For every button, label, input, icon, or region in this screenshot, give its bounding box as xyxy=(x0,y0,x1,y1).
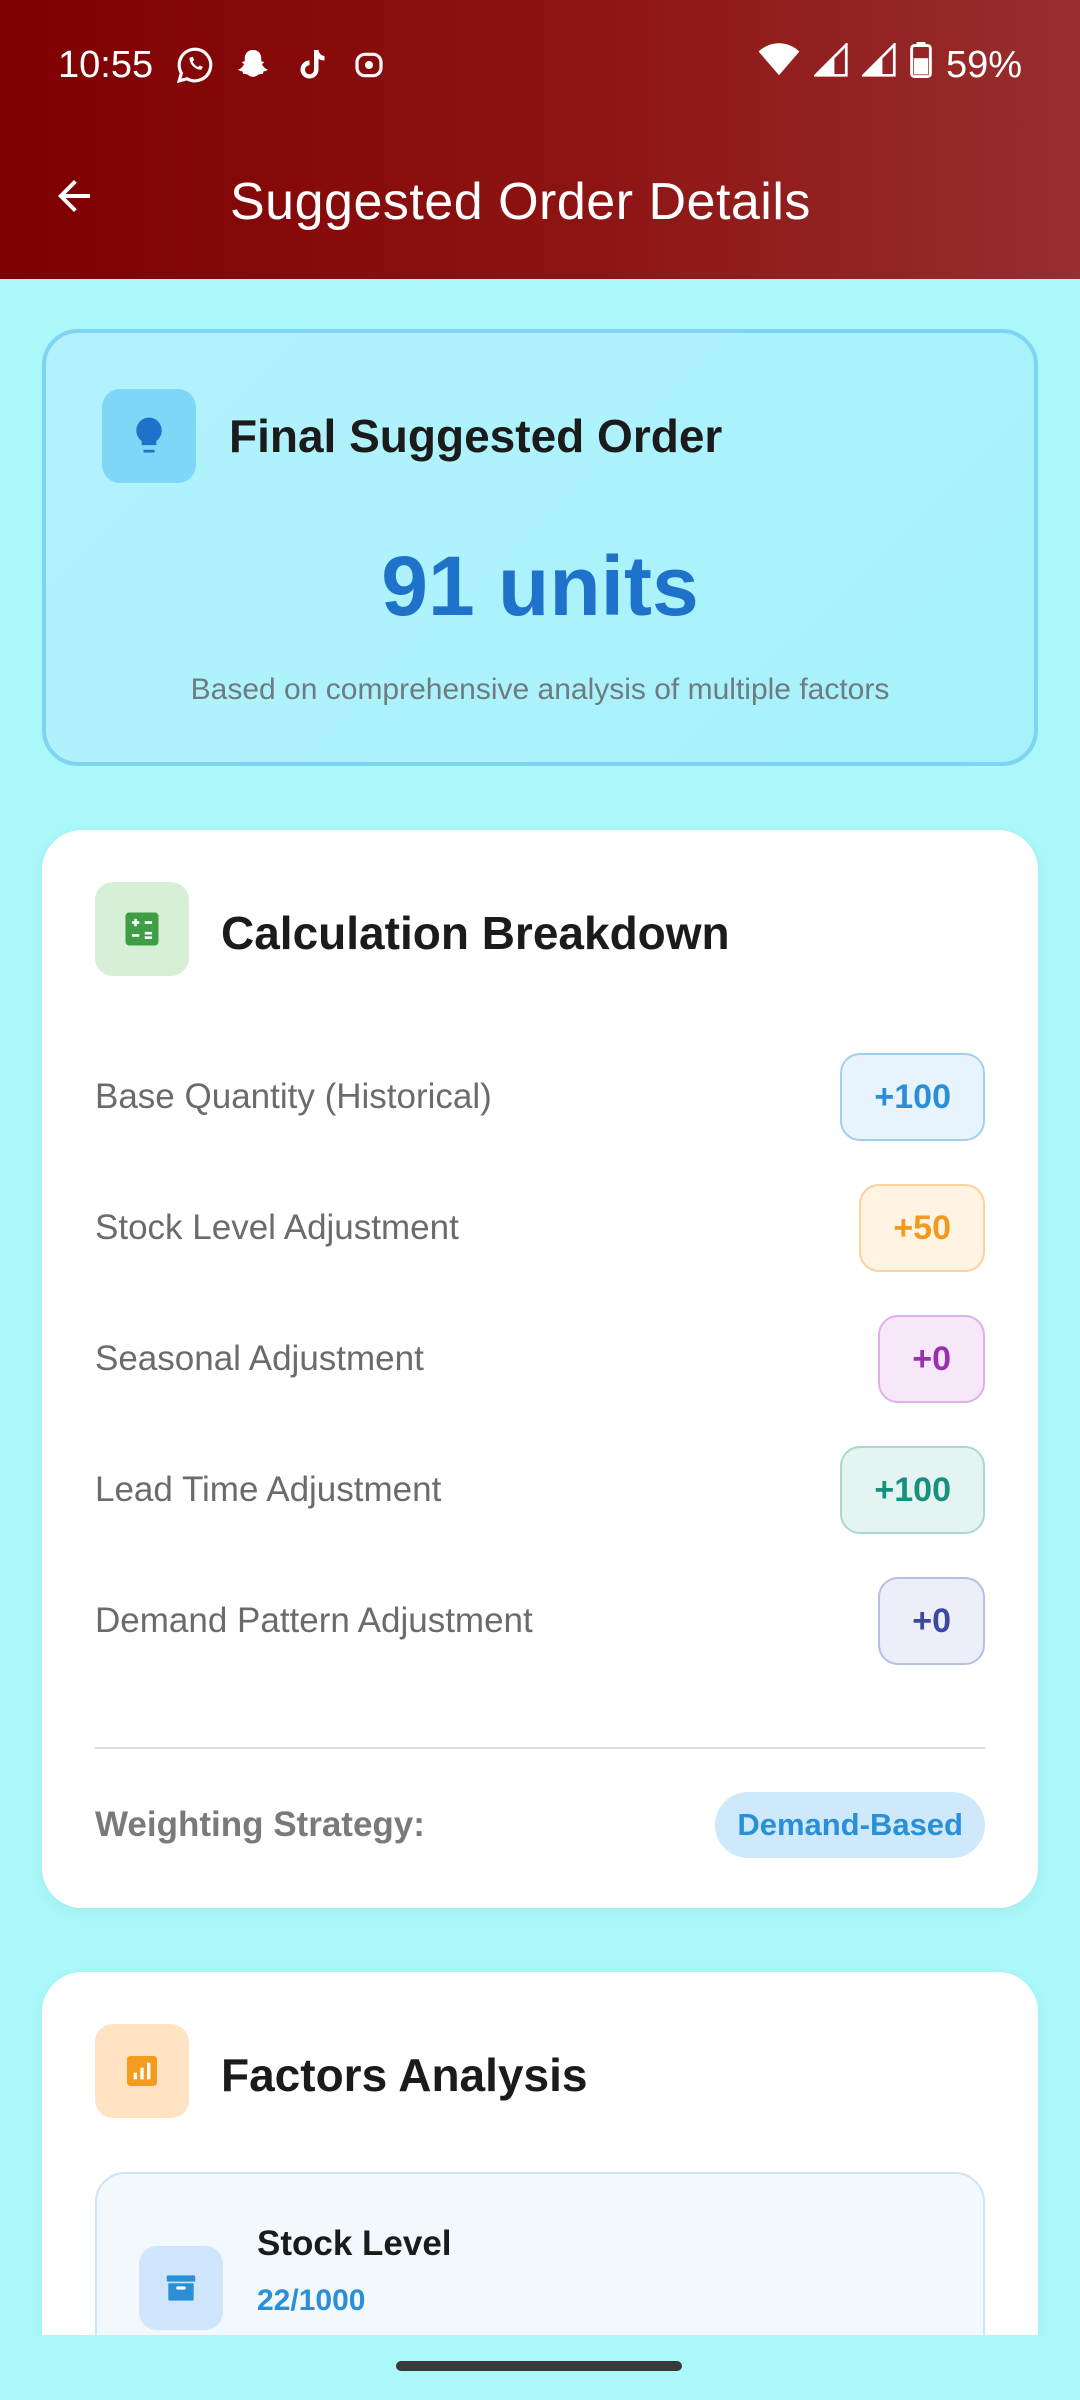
back-button[interactable] xyxy=(44,166,104,226)
factor-value: 22/1000 xyxy=(257,2284,366,2317)
whatsapp-icon xyxy=(175,45,215,85)
signal-icon xyxy=(812,41,848,87)
weighting-badge: Demand-Based xyxy=(715,1792,985,1858)
arrow-left-icon xyxy=(58,180,90,212)
battery-icon xyxy=(910,42,932,88)
breakdown-label: Demand Pattern Adjustment xyxy=(95,1601,533,1640)
breakdown-row: Lead Time Adjustment +100 xyxy=(95,1445,985,1535)
breakdown-row: Base Quantity (Historical) +100 xyxy=(95,1052,985,1142)
divider xyxy=(95,1747,985,1749)
breakdown-value-chip: +100 xyxy=(840,1053,985,1141)
app-bar: 10:55 59% Suggested Order Details xyxy=(0,0,1080,279)
breakdown-label: Stock Level Adjustment xyxy=(95,1208,459,1247)
breakdown-label: Base Quantity (Historical) xyxy=(95,1077,492,1116)
final-order-card: Final Suggested Order 91 units Based on … xyxy=(42,329,1038,766)
final-order-subtitle: Based on comprehensive analysis of multi… xyxy=(190,673,890,706)
breakdown-row: Seasonal Adjustment +0 xyxy=(95,1314,985,1404)
weighting-strategy-row: Weighting Strategy: Demand-Based xyxy=(95,1790,985,1860)
bar-chart-icon xyxy=(95,2024,189,2118)
lightbulb-icon xyxy=(102,389,196,483)
final-order-heading: Final Suggested Order xyxy=(229,410,723,462)
factors-heading: Factors Analysis xyxy=(221,2049,588,2101)
breakdown-value-chip: +0 xyxy=(878,1577,985,1665)
final-order-value: 91 units xyxy=(381,539,699,633)
breakdown-row: Stock Level Adjustment +50 xyxy=(95,1183,985,1273)
page-title: Suggested Order Details xyxy=(230,173,811,231)
breakdown-value-chip: +50 xyxy=(859,1184,985,1272)
archive-icon xyxy=(139,2246,223,2330)
home-indicator[interactable] xyxy=(396,2361,682,2371)
calculator-icon xyxy=(95,882,189,976)
status-time: 10:55 xyxy=(58,43,154,86)
calculation-heading: Calculation Breakdown xyxy=(221,907,730,959)
media-icon xyxy=(349,45,389,85)
status-right: 59% xyxy=(758,41,1022,88)
status-bar: 10:55 59% xyxy=(0,0,1080,130)
snapchat-icon xyxy=(233,45,273,85)
calculation-breakdown-card: Calculation Breakdown Base Quantity (His… xyxy=(42,830,1038,1908)
toolbar: Suggested Order Details xyxy=(0,130,1080,279)
breakdown-value-chip: +100 xyxy=(840,1446,985,1534)
breakdown-row: Demand Pattern Adjustment +0 xyxy=(95,1576,985,1666)
tiktok-icon xyxy=(291,45,331,85)
battery-percent: 59% xyxy=(945,43,1022,86)
factor-name: Stock Level xyxy=(257,2224,452,2263)
weighting-label: Weighting Strategy: xyxy=(95,1805,425,1844)
breakdown-label: Seasonal Adjustment xyxy=(95,1339,424,1378)
breakdown-value-chip: +0 xyxy=(878,1315,985,1403)
signal-icon-2 xyxy=(860,41,896,87)
breakdown-label: Lead Time Adjustment xyxy=(95,1470,442,1509)
wifi-icon xyxy=(758,43,800,87)
